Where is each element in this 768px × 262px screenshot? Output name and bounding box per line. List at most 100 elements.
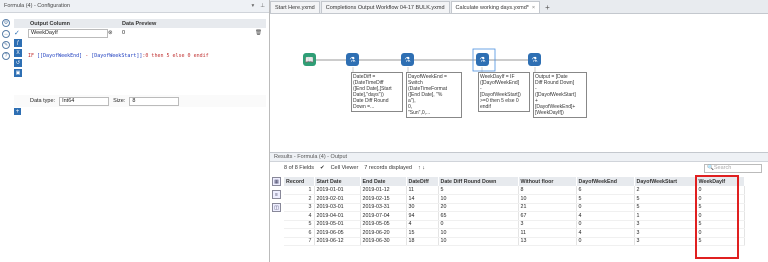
table-row[interactable]: 7 2019-06-12 2019-06-30 18 10 13 0 3 5 xyxy=(284,237,745,246)
formula-tool-4-icon[interactable]: ⚗ xyxy=(528,53,541,66)
dropdown-icon[interactable]: ▾ xyxy=(251,3,254,9)
formula-row[interactable]: ✓ WeekDayIf ⊗ 0 🗑 xyxy=(14,28,266,38)
results-toolbar: 8 of 8 Fields ✔ Cell Viewer 7 records di… xyxy=(270,162,768,174)
table-cell: 94 xyxy=(406,211,439,221)
column-header[interactable]: Without floor xyxy=(518,177,577,186)
cell-viewer-dropdown[interactable]: Cell Viewer xyxy=(331,165,359,171)
message-icon[interactable]: ◫ xyxy=(272,203,281,212)
trash-icon[interactable]: 🗑 xyxy=(255,30,262,36)
table-cell: 2019-07-04 xyxy=(360,211,407,221)
configuration-panel: Formula (4) - Configuration ▾ ⊥ ⚙ ↔ ✎ ? O… xyxy=(0,0,270,262)
table-cell: 3 xyxy=(634,220,697,229)
tab-label: Completions Output Workflow 04-17 BULK.y… xyxy=(325,4,445,11)
table-cell: 2019-06-12 xyxy=(314,237,361,246)
table-cell: 2019-06-30 xyxy=(360,237,407,246)
function-icon[interactable]: ƒ xyxy=(14,39,22,47)
datatype-label: Data type: xyxy=(30,98,56,104)
table-cell: 2019-01-01 xyxy=(314,186,361,195)
tag-icon[interactable]: ✎ xyxy=(2,41,10,49)
pin-icon[interactable]: ⊥ xyxy=(260,3,265,9)
gear-icon[interactable]: ⚙ xyxy=(2,19,10,27)
expr-operator: - xyxy=(82,53,92,59)
expression-editor[interactable]: IF [[DayofWeekEnd] - [DayofWeekStart]]:0… xyxy=(28,53,209,59)
column-header[interactable]: Record xyxy=(284,177,315,186)
table-cell: 5 xyxy=(634,194,697,204)
table-cell: 2019-01-12 xyxy=(360,186,407,195)
table-cell: 3 xyxy=(518,220,577,229)
results-panel: Results - Formula (4) - Output 8 of 8 Fi… xyxy=(270,152,768,262)
size-input[interactable]: 8 xyxy=(129,96,180,106)
input-data-tool-icon[interactable]: 📖 xyxy=(303,53,316,66)
table-cell: 13 xyxy=(518,237,577,246)
column-header[interactable]: DayofWeekEnd xyxy=(576,177,635,186)
save-icon[interactable]: ▣ xyxy=(14,69,22,77)
table-cell: 5 xyxy=(576,194,635,204)
search-input[interactable]: 🔍 Search xyxy=(704,163,762,173)
table-row[interactable]: 4 2019-04-01 2019-07-04 94 65 67 4 1 0 xyxy=(284,211,745,221)
formula-tool-3-icon[interactable]: ⚗ xyxy=(476,53,489,66)
preview-value: 0 xyxy=(122,30,126,36)
close-icon[interactable]: × xyxy=(532,5,535,11)
datatype-select[interactable]: Int64 xyxy=(59,96,110,106)
table-cell: 5 xyxy=(284,220,315,229)
workflow-area: Start Here.yxmd Completions Output Workf… xyxy=(270,0,768,262)
config-title-bar: Formula (4) - Configuration ▾ ⊥ xyxy=(0,0,269,13)
formula-tool-1-icon[interactable]: ⚗ xyxy=(346,53,359,66)
tab-label: Calculate working days.yxmd* xyxy=(455,4,529,11)
tab-label: Start Here.yxmd xyxy=(275,4,315,11)
table-cell: 10 xyxy=(438,228,519,238)
table-cell: 67 xyxy=(518,211,577,221)
table-cell: 10 xyxy=(438,237,519,246)
table-cell: 0 xyxy=(576,237,635,246)
clear-icon[interactable]: ⊗ xyxy=(108,30,122,36)
table-cell: 2 xyxy=(284,194,315,204)
table-row[interactable]: 6 2019-06-05 2019-06-20 15 10 11 4 3 0 xyxy=(284,228,745,238)
variables-icon[interactable]: X xyxy=(14,49,22,57)
table-cell: 65 xyxy=(438,211,519,221)
table-cell: 3 xyxy=(284,203,315,212)
history-icon[interactable]: ↺ xyxy=(14,59,22,67)
expr-keyword-if: IF xyxy=(28,53,38,59)
column-header[interactable]: Date Diff Round Down xyxy=(438,177,519,186)
highlight-box xyxy=(695,175,739,259)
check-icon[interactable]: ✔ xyxy=(320,165,325,171)
table-cell: 2019-02-15 xyxy=(360,194,407,204)
table-cell: 11 xyxy=(518,228,577,238)
metadata-icon[interactable]: ≡ xyxy=(272,190,281,199)
table-cell: 14 xyxy=(406,194,439,204)
column-header[interactable]: DateDiff xyxy=(406,177,439,186)
table-cell: 15 xyxy=(406,228,439,238)
fields-dropdown[interactable]: 8 of 8 Fields xyxy=(284,165,314,171)
table-cell: 18 xyxy=(406,237,439,246)
expr-field-start: [DayofWeekStart]] xyxy=(91,53,143,59)
arrows-icon[interactable]: ↔ xyxy=(2,30,10,38)
table-row[interactable]: 3 2019-03-01 2019-03-31 30 20 21 0 5 5 xyxy=(284,203,745,212)
table-body: 1 2019-01-01 2019-01-12 11 5 8 6 2 0 2 2019-02-01 2… xyxy=(284,186,745,246)
table-row[interactable]: 1 2019-01-01 2019-01-12 11 5 8 6 2 0 xyxy=(284,186,745,195)
table-row[interactable]: 2 2019-02-01 2019-02-15 14 10 10 5 5 0 xyxy=(284,194,745,204)
tab-completions[interactable]: Completions Output Workflow 04-17 BULK.y… xyxy=(320,1,450,13)
workflow-canvas[interactable]: 📖 ⚗ ⚗ ⚗ ⚗ DateDiff = (DateTimeDiff ([End… xyxy=(270,14,768,152)
table-cell: 30 xyxy=(406,203,439,212)
output-field-select[interactable]: WeekDayIf xyxy=(28,28,108,38)
table-row[interactable]: 5 2019-05-01 2019-05-05 4 0 3 0 3 5 xyxy=(284,220,745,229)
table-view-icon[interactable]: ▦ xyxy=(272,177,281,186)
table-header-row: Record Start Date End Date DateDiff Date Dif… xyxy=(284,177,745,186)
table-cell: 10 xyxy=(518,194,577,204)
search-placeholder: Search xyxy=(713,165,732,171)
new-tab-button[interactable]: + xyxy=(541,1,554,13)
add-formula-button[interactable]: + xyxy=(14,108,21,115)
table-cell: 1 xyxy=(634,211,697,221)
column-header[interactable]: DayofWeekStart xyxy=(634,177,697,186)
tab-start-here[interactable]: Start Here.yxmd xyxy=(270,1,320,13)
table-cell: 2019-02-01 xyxy=(314,194,361,204)
output-column-header: Output Column xyxy=(30,20,71,27)
help-icon[interactable]: ? xyxy=(2,52,10,60)
formula-tool-2-icon[interactable]: ⚗ xyxy=(401,53,414,66)
column-header[interactable]: Start Date xyxy=(314,177,361,186)
tab-calculate-working-days[interactable]: Calculate working days.yxmd* × xyxy=(450,1,541,13)
table-cell: 0 xyxy=(576,220,635,229)
column-header[interactable]: End Date xyxy=(360,177,407,186)
table-cell: 10 xyxy=(438,194,519,204)
sort-arrows-icon[interactable]: ↑ ↓ xyxy=(418,165,425,171)
